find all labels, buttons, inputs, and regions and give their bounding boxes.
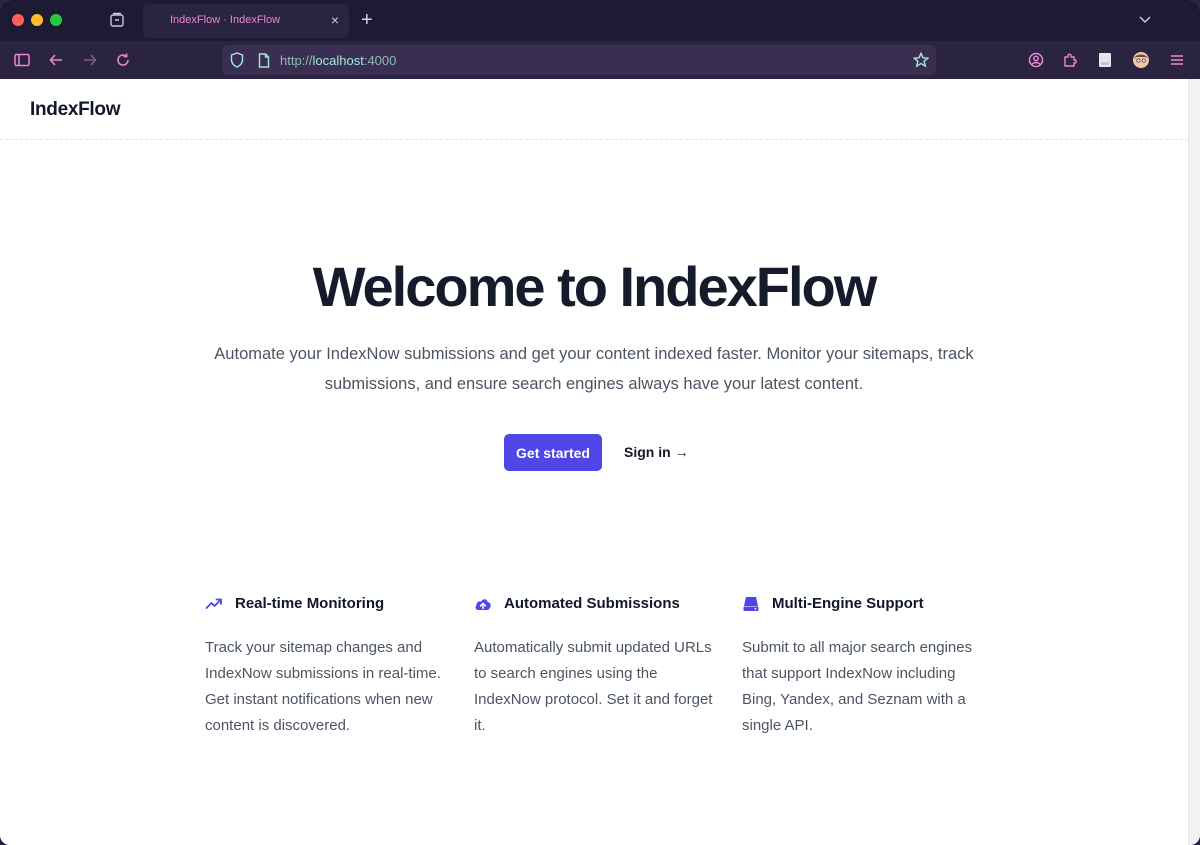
minimize-window-button[interactable] xyxy=(31,14,43,26)
tab-active[interactable]: IndexFlow · IndexFlow × xyxy=(143,4,349,38)
feature-card: Multi-Engine Support Submit to all major… xyxy=(742,594,982,739)
page-content: IndexFlow Welcome to IndexFlow Automate … xyxy=(0,79,1188,845)
bookmark-star-icon[interactable] xyxy=(912,51,930,69)
feature-title: Automated Submissions xyxy=(504,595,680,612)
chevron-down-icon[interactable] xyxy=(1138,13,1152,27)
address-bar[interactable]: http://localhost:4000 xyxy=(222,45,936,75)
url-scheme: http:// xyxy=(280,53,313,68)
profile-avatar-icon[interactable] xyxy=(1132,51,1150,69)
forward-arrow-icon[interactable] xyxy=(81,51,99,69)
site-header: IndexFlow xyxy=(0,79,1188,140)
feature-title: Multi-Engine Support xyxy=(772,595,924,612)
zoom-window-button[interactable] xyxy=(50,14,62,26)
sign-in-link[interactable]: Sign in → xyxy=(624,444,689,460)
server-icon xyxy=(742,595,760,613)
menu-icon[interactable] xyxy=(1168,51,1186,69)
tab-overview-icon[interactable] xyxy=(108,11,126,29)
feature-description: Track your sitemap changes and IndexNow … xyxy=(205,639,441,734)
trending-up-icon xyxy=(205,595,223,613)
feature-card: Real-time Monitoring Track your sitemap … xyxy=(205,594,445,739)
reload-icon[interactable] xyxy=(114,51,132,69)
url-port: :4000 xyxy=(363,53,397,68)
reader-document-icon[interactable] xyxy=(1096,51,1114,69)
extensions-icon[interactable] xyxy=(1061,51,1079,69)
hero-description: Automate your IndexNow submissions and g… xyxy=(214,345,974,393)
account-icon[interactable] xyxy=(1027,51,1045,69)
vertical-scrollbar[interactable] xyxy=(1188,79,1200,845)
navigation-toolbar: http://localhost:4000 xyxy=(0,41,1200,79)
browser-window: IndexFlow · IndexFlow × + http://localho… xyxy=(0,0,1200,845)
back-arrow-icon[interactable] xyxy=(47,51,65,69)
feature-description: Automatically submit updated URLs to sea… xyxy=(474,639,713,734)
sidebar-toggle-icon[interactable] xyxy=(13,51,31,69)
tab-bar: IndexFlow · IndexFlow × + xyxy=(0,0,1200,41)
get-started-button[interactable]: Get started xyxy=(504,434,602,471)
hero-title: Welcome to IndexFlow xyxy=(312,255,878,318)
url-host: localhost xyxy=(312,53,364,68)
feature-card: Automated Submissions Automatically subm… xyxy=(474,594,714,739)
tab-close-button[interactable]: × xyxy=(331,12,339,28)
close-window-button[interactable] xyxy=(12,14,24,26)
url-text[interactable]: http://localhost:4000 xyxy=(280,53,396,68)
site-logo[interactable]: IndexFlow xyxy=(30,99,121,121)
cloud-upload-icon xyxy=(474,595,492,613)
page-icon[interactable] xyxy=(255,51,273,69)
tab-title: IndexFlow · IndexFlow xyxy=(170,14,281,26)
shield-icon[interactable] xyxy=(228,51,246,69)
new-tab-button[interactable]: + xyxy=(361,10,373,30)
feature-description: Submit to all major search engines that … xyxy=(742,639,973,734)
feature-title: Real-time Monitoring xyxy=(235,595,385,612)
